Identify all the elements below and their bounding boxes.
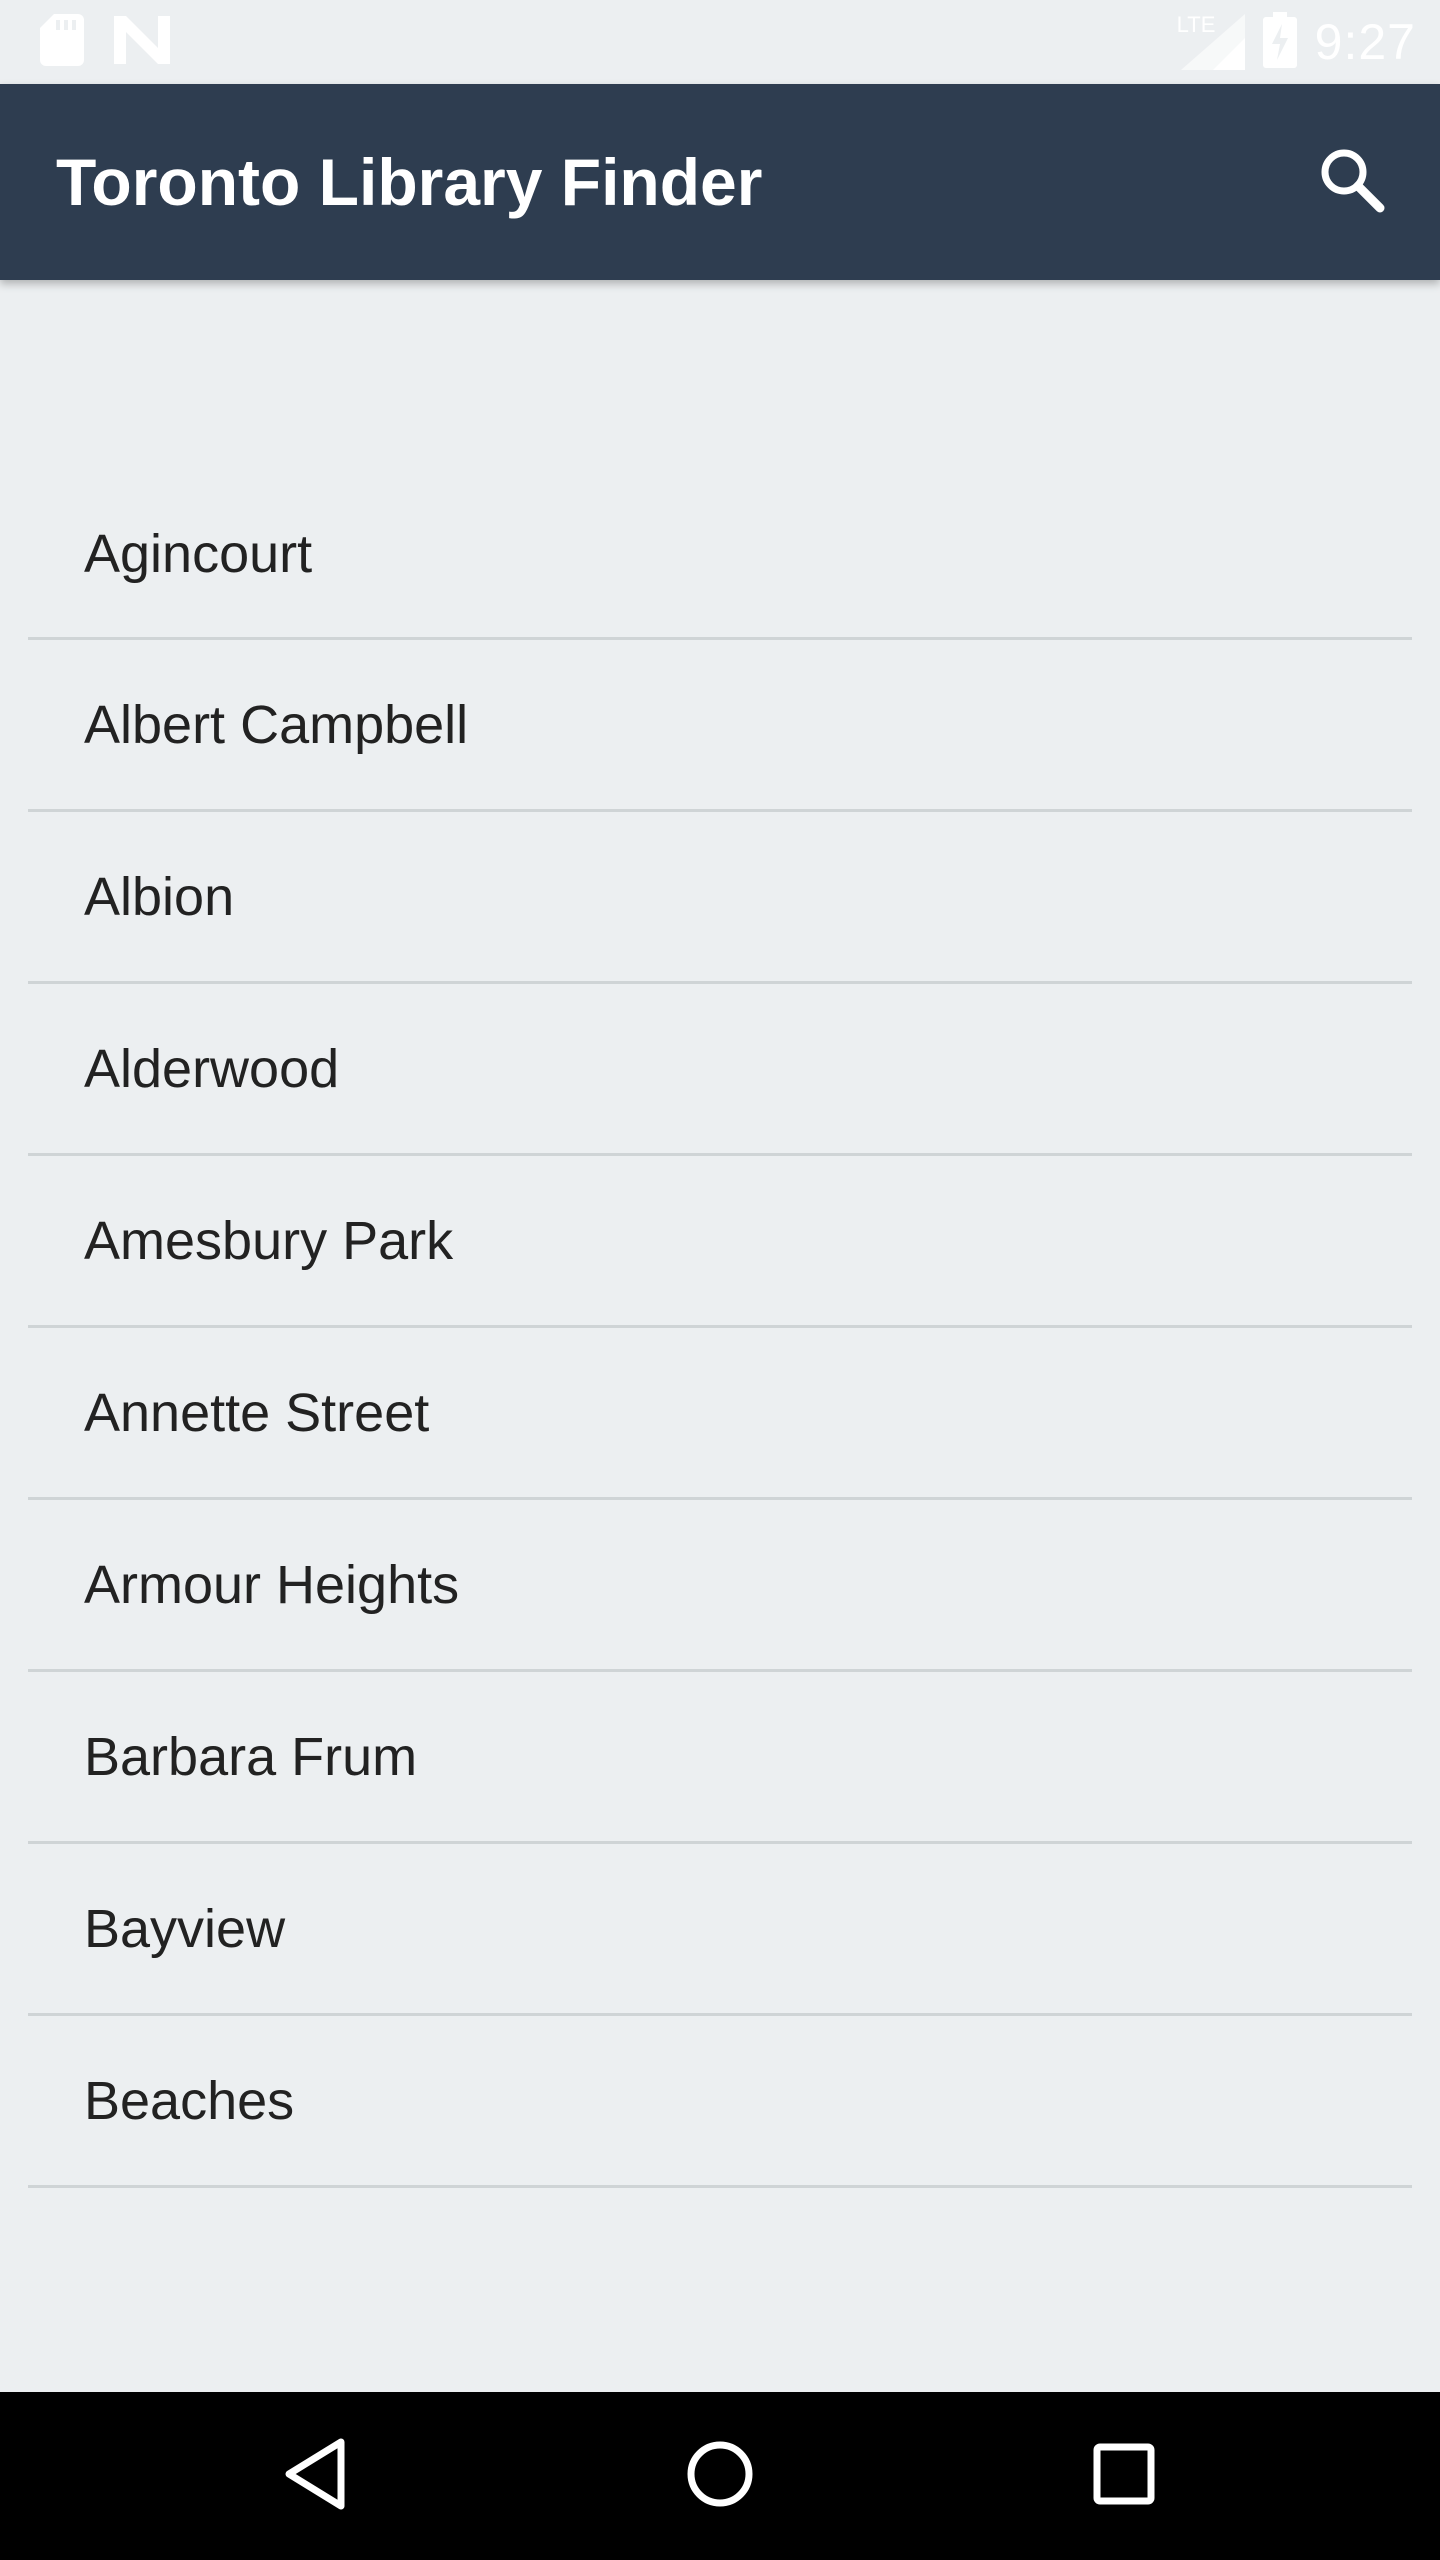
signal-icon: LTE [1177,12,1245,70]
app-title: Toronto Library Finder [56,145,763,219]
network-type-label: LTE [1176,12,1216,37]
library-name: Alderwood [84,1038,340,1099]
library-name: Albert Campbell [84,694,469,755]
back-icon [281,2436,351,2517]
list-item[interactable]: Amesbury Park [28,1156,1412,1328]
home-icon [685,2439,755,2514]
n-notification-icon [114,16,170,69]
list-item[interactable]: Beaches [28,2016,1412,2188]
sd-card-icon [40,14,84,71]
list-item[interactable]: Bayview [28,1844,1412,2016]
search-icon [1316,144,1388,221]
status-bar: LTE 9:27 [0,0,1440,84]
list-item[interactable]: Albion [28,812,1412,984]
library-list: Agincourt Albert Campbell Albion Alderwo… [28,470,1412,2188]
status-left-icons [40,14,170,71]
library-name: Armour Heights [84,1554,460,1615]
home-button[interactable] [670,2426,770,2526]
list-item[interactable]: Alderwood [28,984,1412,1156]
list-item[interactable]: Annette Street [28,1328,1412,1500]
library-name: Agincourt [84,523,313,584]
library-name: Albion [84,866,235,927]
search-button[interactable] [1304,134,1400,230]
library-name: Barbara Frum [84,1726,418,1787]
status-right-icons: LTE 9:27 [1177,8,1416,76]
library-name: Bayview [84,1898,286,1959]
back-button[interactable] [266,2426,366,2526]
list-item[interactable]: Albert Campbell [28,640,1412,812]
navigation-bar [0,2392,1440,2560]
list-item[interactable]: Barbara Frum [28,1672,1412,1844]
status-time: 9:27 [1314,14,1416,70]
app-bar: Toronto Library Finder [0,84,1440,280]
library-name: Amesbury Park [84,1210,454,1271]
recents-button[interactable] [1074,2426,1174,2526]
recents-icon [1092,2442,1156,2511]
battery-charging-icon [1262,11,1297,73]
library-name: Annette Street [84,1382,430,1443]
list-item[interactable]: Armour Heights [28,1500,1412,1672]
library-name: Beaches [84,2070,295,2131]
list-item[interactable]: Agincourt [28,470,1412,640]
